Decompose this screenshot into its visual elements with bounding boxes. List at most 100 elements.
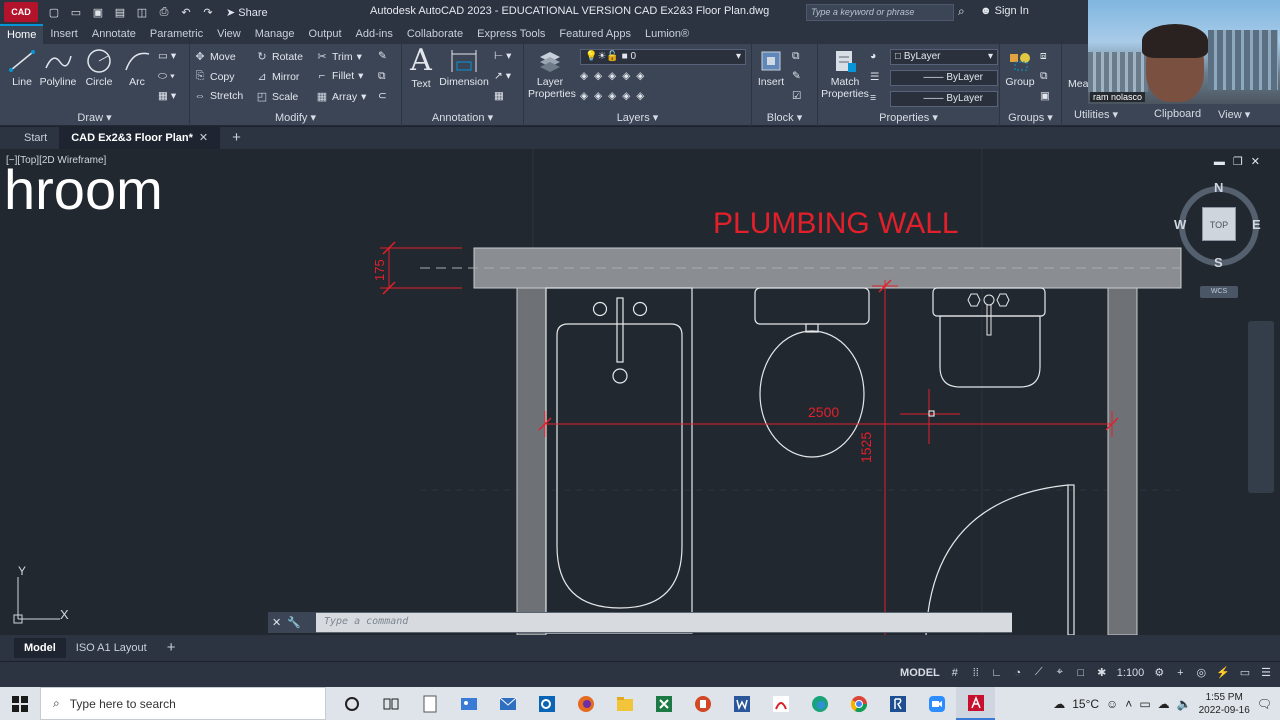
clock[interactable]: 1:55 PM 2022-09-16 (1199, 691, 1250, 717)
volume-icon[interactable]: 🔈 (1177, 697, 1192, 711)
gear-icon[interactable]: ⚙ (1153, 666, 1165, 679)
tab-model[interactable]: Model (14, 638, 66, 658)
plot-icon[interactable]: ⎙ (156, 5, 172, 19)
ungroup-icon[interactable]: ⧈ (1040, 50, 1047, 63)
notifications-icon[interactable]: 🗨 (1257, 697, 1272, 711)
autocad-taskbar-icon[interactable] (956, 687, 995, 720)
cortana-icon[interactable] (332, 687, 371, 720)
match-properties-button[interactable]: Match Properties (820, 48, 870, 100)
weather-cloud-icon[interactable]: ☁ (1053, 697, 1065, 711)
autocad-logo[interactable]: CAD (4, 2, 38, 22)
scale-button[interactable]: ◰ Scale (256, 90, 298, 104)
compass-north[interactable]: N (1214, 180, 1223, 195)
tab-parametric[interactable]: Parametric (143, 24, 210, 44)
isolate-objects-icon[interactable]: ◎ (1195, 666, 1207, 679)
restore-icon[interactable]: ❐ (1233, 156, 1251, 168)
people-icon[interactable]: ☺ (1106, 697, 1118, 711)
layer-dropdown[interactable]: 💡☀🔓 ■ 0 ▾ (580, 49, 746, 65)
layer-tools-row-2[interactable]: ◈◈◈◈◈ (580, 90, 650, 102)
layers-panel-title[interactable]: Layers ▾ (524, 111, 751, 124)
compass-west[interactable]: W (1174, 217, 1186, 232)
linetype-dropdown[interactable]: —— ByLayer (890, 70, 998, 86)
rotate-button[interactable]: ↻ Rotate (256, 50, 303, 64)
minimize-icon[interactable]: ▬ (1214, 156, 1233, 168)
erase-icon[interactable]: ✎ (378, 50, 387, 62)
redo-icon[interactable]: ↷ (200, 5, 216, 19)
linear-dim-icon[interactable]: ⊢ ▾ (494, 50, 511, 62)
close-tab-icon[interactable]: ✕ (199, 132, 208, 144)
line-button[interactable]: Line (6, 48, 38, 88)
tab-view[interactable]: View (210, 24, 248, 44)
group-edit-icon[interactable]: ⧉ (1040, 70, 1048, 83)
isodraft-icon[interactable]: ⟋ (1033, 666, 1045, 679)
lineweight-dropdown[interactable]: —— ByLayer (890, 91, 998, 107)
tab-add-ins[interactable]: Add-ins (349, 24, 400, 44)
annotation-visibility-icon[interactable]: ✱ (1096, 666, 1108, 679)
model-space-button[interactable]: MODEL (900, 667, 940, 679)
plus-icon[interactable]: + (1174, 667, 1186, 679)
draw-panel-title[interactable]: Draw ▾ (0, 111, 189, 124)
word-icon[interactable] (722, 687, 761, 720)
edge-icon[interactable] (800, 687, 839, 720)
tab-output[interactable]: Output (302, 24, 349, 44)
firefox-icon[interactable] (566, 687, 605, 720)
modify-panel-title[interactable]: Modify ▾ (190, 111, 401, 124)
mail-icon[interactable] (488, 687, 527, 720)
insert-button[interactable]: Insert (754, 48, 788, 88)
customize-menu-icon[interactable]: ☰ (1260, 666, 1272, 679)
close-icon[interactable]: ✕ (1251, 156, 1268, 168)
tab-start[interactable]: Start (12, 127, 59, 149)
undo-icon[interactable]: ↶ (178, 5, 194, 19)
temperature-text[interactable]: 15°C (1072, 697, 1099, 711)
web-mobile-icon[interactable]: ◫ (134, 5, 150, 19)
linetype-icon[interactable]: ☰ (870, 71, 879, 83)
tab-floor-plan[interactable]: CAD Ex2&3 Floor Plan* ✕ (59, 127, 221, 149)
revit-icon[interactable] (878, 687, 917, 720)
show-hidden-icons-icon[interactable]: ˄ (1125, 697, 1132, 711)
tab-manage[interactable]: Manage (248, 24, 302, 44)
start-button[interactable] (0, 687, 40, 720)
offset-icon[interactable]: ⊂ (378, 90, 387, 102)
new-file-icon[interactable]: ▢ (46, 5, 62, 19)
tab-express-tools[interactable]: Express Tools (470, 24, 552, 44)
outlook-icon[interactable] (527, 687, 566, 720)
boundary-icon[interactable]: ▦ ▾ (158, 90, 176, 102)
create-block-icon[interactable]: ⧉ (792, 50, 800, 63)
tab-annotate[interactable]: Annotate (85, 24, 143, 44)
measure-button[interactable]: Mea (1068, 78, 1088, 90)
table-icon[interactable]: ▦ (494, 90, 504, 102)
save-icon[interactable]: ▣ (90, 5, 106, 19)
sign-in-button[interactable]: ☻ Sign In (980, 5, 1029, 17)
compass-south[interactable]: S (1214, 255, 1223, 270)
save-as-icon[interactable]: ▤ (112, 5, 128, 19)
explode-icon[interactable]: ⧉ (378, 70, 386, 83)
powerpoint-icon[interactable] (683, 687, 722, 720)
mirror-button[interactable]: ⊿ Mirror (256, 70, 299, 84)
add-layout-button[interactable]: + (157, 638, 186, 658)
color-wheel-icon[interactable]: ◕ (870, 50, 876, 62)
hatch-icon[interactable]: ⬭ ▾ (158, 70, 175, 83)
edit-block-icon[interactable]: ✎ (792, 70, 801, 82)
photos-icon[interactable] (449, 687, 488, 720)
tab-home[interactable]: Home (0, 24, 44, 44)
circle-button[interactable]: Circle (82, 48, 116, 88)
layer-tools-row-1[interactable]: ◈◈◈◈◈ (580, 70, 650, 82)
drawing-canvas[interactable]: [−][Top][2D Wireframe] hroom ▬❐✕ PLUMBIN… (0, 149, 1280, 635)
hardware-acceleration-icon[interactable]: ⚡ (1216, 666, 1230, 679)
excel-icon[interactable] (644, 687, 683, 720)
viewcube[interactable]: TOP N S E W (1174, 180, 1262, 270)
block-panel-title[interactable]: Block ▾ (752, 111, 817, 124)
annotation-scale-button[interactable]: 1:100 (1117, 667, 1145, 679)
snap-icon[interactable]: ⁞⁞ (970, 667, 982, 679)
leader-icon[interactable]: ↗ ▾ (494, 70, 511, 82)
group-button[interactable]: Group (1002, 48, 1038, 88)
polyline-button[interactable]: Polyline (38, 48, 78, 88)
text-button[interactable]: A Text (406, 46, 436, 91)
move-button[interactable]: ✥ Move (194, 50, 235, 64)
dimension-button[interactable]: Dimension (438, 48, 490, 88)
groups-panel-title[interactable]: Groups ▾ (1000, 111, 1061, 124)
file-explorer-icon[interactable] (605, 687, 644, 720)
clean-screen-icon[interactable]: ▭ (1239, 666, 1251, 679)
viewcube-top-face[interactable]: TOP (1202, 207, 1236, 241)
chrome-icon[interactable] (839, 687, 878, 720)
